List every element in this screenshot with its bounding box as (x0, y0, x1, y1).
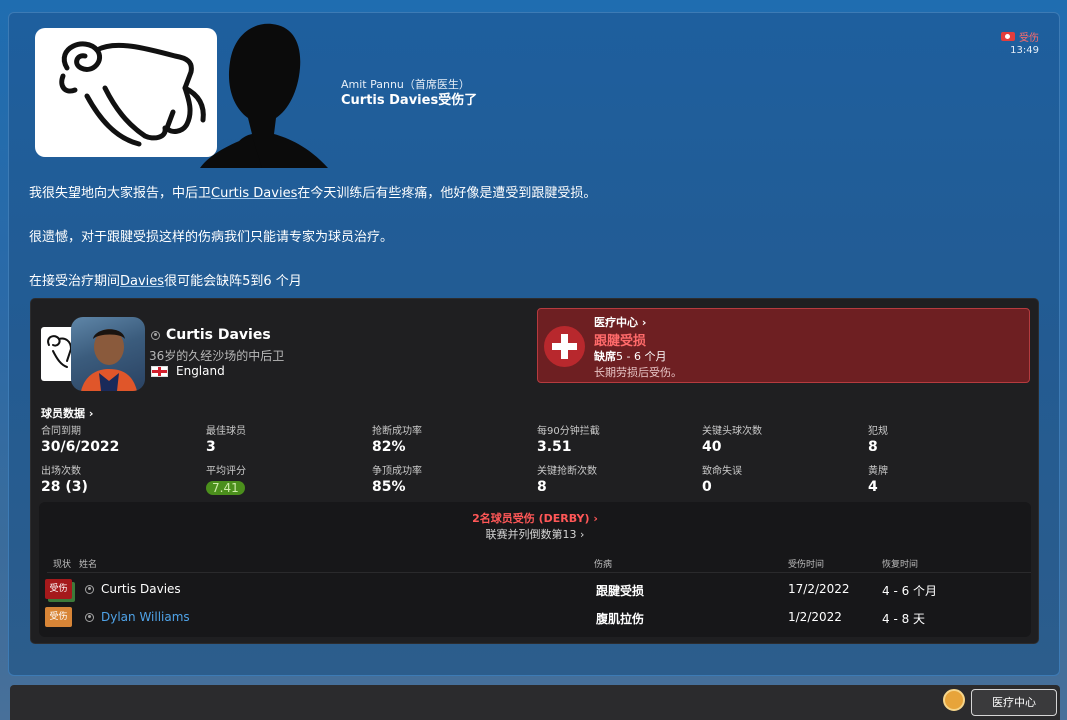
column-header-name[interactable]: 姓名 (79, 557, 97, 570)
stat-value: 8 (868, 439, 878, 455)
player-nation: England (151, 364, 225, 378)
injury-duration-value: 5 - 6 个月 (616, 350, 667, 363)
bottom-action-bar (10, 685, 1060, 720)
injury-status-badge: 受伤 (45, 579, 72, 599)
injury-duration-label: 缺席 (594, 350, 616, 363)
stat-label: 合同到期 (41, 426, 81, 437)
person-icon (85, 585, 94, 594)
stat-yellow-cards: 黄牌 4 (868, 462, 1028, 495)
row-recovery-time: 4 - 8 天 (882, 612, 926, 626)
player-link-davies[interactable]: Davies (120, 274, 164, 289)
row-injury: 跟腱受损 (596, 584, 645, 598)
stat-value: 8 (537, 479, 547, 495)
stat-label: 每90分钟拦截 (537, 426, 600, 437)
message-paragraph-2: 很遗憾，对于跟腱受损这样的伤病我们只能请专家为球员治疗。 (29, 230, 394, 245)
stat-value: 3.51 (537, 439, 572, 455)
injury-duration: 缺席5 - 6 个月 (594, 348, 666, 364)
column-header-status[interactable]: 现状 (53, 557, 71, 570)
sender-silhouette-avatar (190, 18, 332, 168)
table-row[interactable]: 受伤 Dylan Williams 腹肌拉伤 1/2/2022 4 - 8 天 (39, 603, 1031, 631)
injury-tag[interactable]: 受伤 (1001, 29, 1039, 44)
row-injury-date: 1/2/2022 (788, 610, 842, 624)
stat-value: 40 (702, 439, 722, 455)
row-injury: 腹肌拉伤 (596, 612, 645, 626)
stat-value: 30/6/2022 (41, 439, 120, 455)
row-recovery-time: 4 - 6 个月 (882, 584, 938, 598)
row-player-name[interactable]: Curtis Davies (101, 582, 181, 596)
team-injuries-link[interactable]: 2名球员受伤 (DERBY) › (39, 510, 1031, 526)
coin-icon (943, 689, 965, 711)
stat-label: 平均评分 (206, 466, 246, 477)
stat-value: 85% (372, 479, 406, 495)
injury-status-badge: 受伤 (45, 607, 72, 627)
league-ranking-link[interactable]: 联赛并列倒数第13 › (39, 526, 1031, 542)
player-photo[interactable] (71, 317, 145, 391)
message-paragraph-1: 我很失望地向大家报告，中后卫Curtis Davies在今天训练后有些疼痛，他好… (29, 182, 596, 201)
medical-center-link[interactable]: 医疗中心 › (594, 314, 646, 330)
stat-average-rating: 平均评分 7.41 (206, 462, 366, 496)
rating-pill: 7.41 (206, 481, 245, 495)
stat-label: 犯规 (868, 426, 888, 437)
message-paragraph-3: 在接受治疗期间Davies很可能会缺阵5到6 个月 (29, 270, 302, 289)
player-link-curtis-davies[interactable]: Curtis Davies (211, 186, 297, 201)
player-stats-link[interactable]: 球员数据 › (41, 405, 93, 421)
mini-club-crest (41, 327, 75, 381)
paragraph-3-text-b: 很可能会缺阵5到6 个月 (164, 274, 302, 289)
stat-fouls: 犯规 8 (868, 422, 1028, 455)
stat-label: 争顶成功率 (372, 466, 422, 477)
stat-value: 4 (868, 479, 878, 495)
column-header-injury[interactable]: 伤病 (594, 557, 612, 570)
injury-tag-label: 受伤 (1019, 33, 1039, 44)
injury-name: 跟腱受损 (594, 334, 647, 349)
stat-key-tackles: 关键抢断次数 8 (537, 462, 697, 495)
message-subject: Curtis Davies受伤了 (341, 93, 478, 108)
medical-center-button[interactable]: 医疗中心 (971, 689, 1057, 716)
team-injury-table: 2名球员受伤 (DERBY) › 联赛并列倒数第13 › 现状 姓名 伤病 受伤… (39, 502, 1031, 637)
paragraph-1-text-a: 我很失望地向大家报告，中后卫 (29, 186, 212, 201)
stat-label: 出场次数 (41, 466, 81, 477)
stat-contract-expiry: 合同到期 30/6/2022 (41, 422, 201, 455)
person-icon (85, 613, 94, 622)
stat-tackle-success: 抢断成功率 82% (372, 422, 532, 455)
stat-value: 82% (372, 439, 406, 455)
stat-label: 关键头球次数 (702, 426, 762, 437)
stat-errors-leading-to-goal: 致命失误 0 (702, 462, 862, 495)
column-header-date[interactable]: 受伤时间 (788, 557, 824, 570)
stat-value: 0 (702, 479, 712, 495)
player-name-text: Curtis Davies (166, 327, 271, 343)
stat-header-success: 争顶成功率 85% (372, 462, 532, 495)
injury-summary-box[interactable]: 医疗中心 › 跟腱受损 缺席5 - 6 个月 长期劳损后受伤。 (537, 308, 1030, 383)
injury-note: 长期劳损后受伤。 (594, 366, 682, 379)
player-nation-text: England (176, 364, 225, 378)
header-divider (47, 572, 1031, 573)
person-icon (151, 330, 160, 340)
player-description: 36岁的久经沙场的中后卫 (149, 349, 285, 363)
stat-label: 抢断成功率 (372, 426, 422, 437)
player-injury-card: Curtis Davies 36岁的久经沙场的中后卫 England 医疗中心 … (30, 298, 1039, 644)
stat-label: 最佳球员 (206, 426, 246, 437)
stat-label: 关键抢断次数 (537, 466, 597, 477)
stat-label: 致命失误 (702, 466, 742, 477)
player-name[interactable]: Curtis Davies (151, 327, 271, 343)
stat-value: 3 (206, 439, 216, 455)
stat-value: 28 (3) (41, 479, 88, 495)
message-time: 13:49 (1010, 45, 1039, 56)
paragraph-1-text-b: 在今天训练后有些疼痛，他好像是遭受到跟腱受损。 (297, 186, 597, 201)
medical-cross-icon (544, 326, 585, 367)
stat-key-headers: 关键头球次数 40 (702, 422, 862, 455)
injury-tag-icon (1001, 32, 1015, 41)
column-header-recovery[interactable]: 恢复时间 (882, 557, 918, 570)
row-injury-date: 17/2/2022 (788, 582, 850, 596)
paragraph-3-text-a: 在接受治疗期间 (29, 274, 121, 289)
row-player-name[interactable]: Dylan Williams (101, 610, 190, 624)
stat-interceptions-per-90: 每90分钟拦截 3.51 (537, 422, 697, 455)
table-row[interactable]: 受伤 Curtis Davies 跟腱受损 17/2/2022 4 - 6 个月 (39, 575, 1031, 603)
england-flag-icon (151, 365, 168, 377)
stat-label: 黄牌 (868, 466, 888, 477)
stat-player-of-match: 最佳球员 3 (206, 422, 366, 455)
stat-appearances: 出场次数 28 (3) (41, 462, 201, 495)
